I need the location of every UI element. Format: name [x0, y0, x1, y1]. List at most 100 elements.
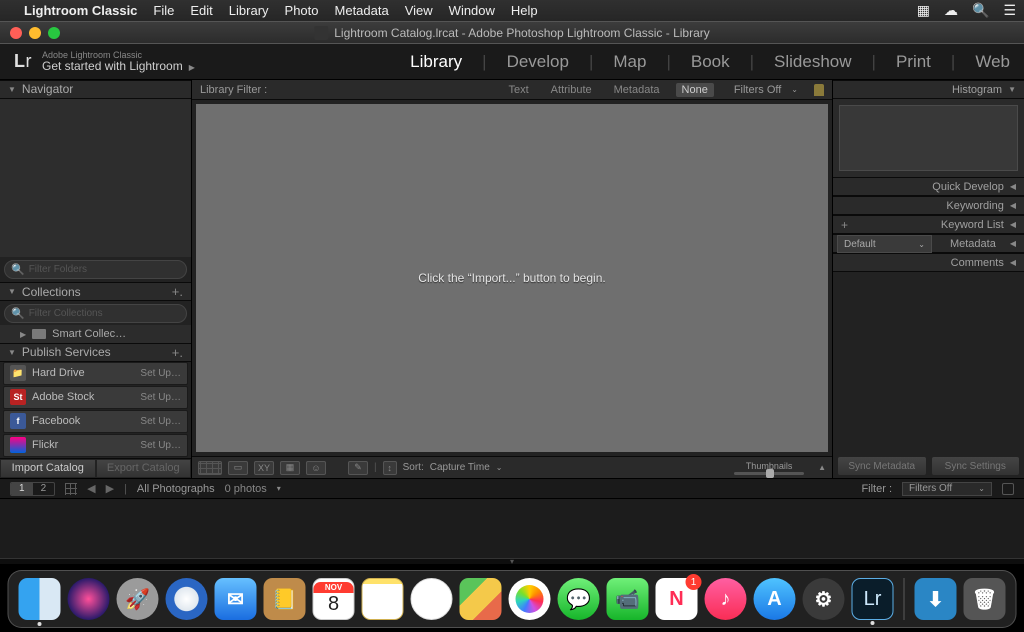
toolbar-options-button[interactable]: ▲ [818, 463, 826, 472]
add-publish-service-button[interactable]: +. [172, 345, 183, 360]
add-keyword-button[interactable]: + [841, 218, 848, 232]
dock-trash-icon[interactable]: 🗑 [964, 578, 1006, 620]
source-label[interactable]: All Photographs [137, 483, 215, 495]
people-view-button[interactable]: ☺ [306, 461, 326, 475]
module-slideshow[interactable]: Slideshow [774, 52, 852, 72]
grid-small-icon[interactable] [65, 483, 77, 495]
collections-header[interactable]: ▼Collections+. [0, 282, 191, 301]
dock-facetime-icon[interactable]: 📹 [607, 578, 649, 620]
filter-none-tab[interactable]: None [676, 83, 714, 97]
screen-icon[interactable]: ▦ [917, 2, 930, 19]
loupe-view-button[interactable]: ▭ [228, 461, 248, 475]
import-catalog-button[interactable]: Import Catalog [0, 459, 96, 478]
filter-text-tab[interactable]: Text [502, 84, 534, 96]
module-develop[interactable]: Develop [507, 52, 569, 72]
module-web[interactable]: Web [975, 52, 1010, 72]
dock-appstore-icon[interactable]: A [754, 578, 796, 620]
keyword-list-header[interactable]: +Keyword List◀ [833, 215, 1024, 234]
dock-news-icon[interactable]: N1 [656, 578, 698, 620]
metadata-preset-dropdown[interactable]: Default⌄ [837, 235, 932, 253]
dock-safari-icon[interactable] [166, 578, 208, 620]
dock-contacts-icon[interactable]: 📒 [264, 578, 306, 620]
service-name: Hard Drive [32, 367, 85, 379]
sync-metadata-button[interactable]: Sync Metadata [837, 456, 927, 476]
dock-reminders-icon[interactable]: ☰ [411, 578, 453, 620]
painter-tool-button[interactable]: ✎ [348, 461, 368, 475]
menu-photo[interactable]: Photo [285, 3, 319, 18]
add-collection-button[interactable]: +. [172, 284, 183, 299]
comments-header[interactable]: Comments◀ [833, 253, 1024, 272]
smart-collections-row[interactable]: ▶Smart Collec… [0, 325, 191, 343]
zoom-button[interactable] [48, 27, 60, 39]
dock-photos-icon[interactable] [509, 578, 551, 620]
dock-maps-icon[interactable] [460, 578, 502, 620]
dock-lightroom-icon[interactable]: Lr [852, 578, 894, 620]
export-catalog-button[interactable]: Export Catalog [96, 459, 192, 478]
sort-direction-button[interactable]: ↕ [383, 461, 397, 475]
filters-off-dropdown[interactable]: Filters Off [734, 84, 781, 96]
publish-service-facebook[interactable]: fFacebookSet Up… [3, 410, 188, 433]
filter-collections-input[interactable]: 🔍Filter Collections [4, 304, 187, 323]
service-icon: f [10, 413, 26, 429]
keywording-header[interactable]: Keywording◀ [833, 196, 1024, 215]
module-library[interactable]: Library [410, 52, 462, 72]
dock-finder-icon[interactable] [19, 578, 61, 620]
thumbnail-size-slider[interactable]: Thumbnails [734, 461, 804, 475]
survey-view-button[interactable]: ▦ [280, 461, 300, 475]
filter-folders-input[interactable]: 🔍Filter Folders [4, 260, 187, 279]
dock-siri-icon[interactable] [68, 578, 110, 620]
publish-service-adobe-stock[interactable]: StAdobe StockSet Up… [3, 386, 188, 409]
module-map[interactable]: Map [613, 52, 646, 72]
dock-launchpad-icon[interactable]: 🚀 [117, 578, 159, 620]
publish-service-hard-drive[interactable]: 📁Hard DriveSet Up… [3, 362, 188, 385]
service-setup-link[interactable]: Set Up… [140, 368, 181, 379]
menu-library[interactable]: Library [229, 3, 269, 18]
control-center-icon[interactable]: ☰ [1003, 2, 1016, 19]
module-print[interactable]: Print [896, 52, 931, 72]
grid-view-button[interactable] [198, 461, 222, 475]
menu-app-name[interactable]: Lightroom Classic [24, 3, 137, 18]
cloud-icon[interactable]: ☁ [944, 2, 958, 19]
dock-mail-icon[interactable]: ✉ [215, 578, 257, 620]
dock-system-preferences-icon[interactable]: ⚙ [803, 578, 845, 620]
sync-settings-button[interactable]: Sync Settings [931, 456, 1021, 476]
filter-attribute-tab[interactable]: Attribute [545, 84, 598, 96]
histogram-header[interactable]: Histogram▼ [833, 80, 1024, 99]
nav-back-button[interactable]: ◀ [87, 482, 95, 495]
metadata-header[interactable]: Default⌄ Metadata◀ [833, 234, 1024, 253]
module-book[interactable]: Book [691, 52, 730, 72]
sort-criteria-dropdown[interactable]: Capture Time [430, 462, 490, 473]
nav-forward-button[interactable]: ▶ [106, 482, 114, 495]
menu-file[interactable]: File [153, 3, 174, 18]
menu-edit[interactable]: Edit [190, 3, 212, 18]
quick-develop-header[interactable]: Quick Develop◀ [833, 177, 1024, 196]
dock-music-icon[interactable]: ♪ [705, 578, 747, 620]
close-button[interactable] [10, 27, 22, 39]
service-setup-link[interactable]: Set Up… [140, 416, 181, 427]
menu-help[interactable]: Help [511, 3, 538, 18]
filmstrip-grip[interactable] [0, 558, 1024, 564]
identity-plate: Lr Adobe Lightroom Classic Get started w… [0, 44, 1024, 80]
filter-lock-icon[interactable] [814, 84, 824, 96]
dock-messages-icon[interactable]: 💬 [558, 578, 600, 620]
menu-metadata[interactable]: Metadata [335, 3, 389, 18]
filter-metadata-tab[interactable]: Metadata [608, 84, 666, 96]
get-started-link[interactable]: Get started with Lightroom▶ [42, 61, 195, 73]
compare-view-button[interactable]: XY [254, 461, 274, 475]
dock-notes-icon[interactable] [362, 578, 404, 620]
filmstrip-filter-dropdown[interactable]: Filters Off⌄ [902, 482, 992, 496]
service-setup-link[interactable]: Set Up… [140, 392, 181, 403]
publish-service-flickr[interactable]: FlickrSet Up… [3, 434, 188, 457]
minimize-button[interactable] [29, 27, 41, 39]
dock-calendar-icon[interactable]: NOV8 [313, 578, 355, 620]
secondary-display-toggle[interactable]: 12 [10, 482, 55, 496]
service-setup-link[interactable]: Set Up… [140, 440, 181, 451]
menu-window[interactable]: Window [449, 3, 495, 18]
publish-services-header[interactable]: ▼Publish Services+. [0, 343, 191, 362]
filmstrip-flag-filter[interactable] [1002, 483, 1014, 495]
service-name: Adobe Stock [32, 391, 94, 403]
navigator-header[interactable]: ▼Navigator [0, 80, 191, 99]
spotlight-icon[interactable]: 🔍 [972, 2, 989, 19]
menu-view[interactable]: View [405, 3, 433, 18]
dock-downloads-icon[interactable]: ⬇ [915, 578, 957, 620]
